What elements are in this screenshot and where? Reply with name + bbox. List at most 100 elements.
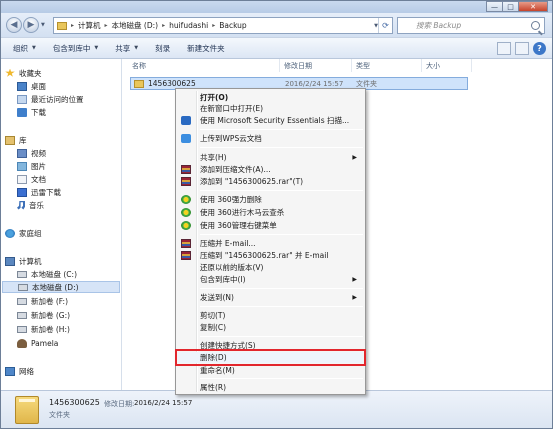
breadcrumb-huifudashi[interactable]: huifudashi bbox=[169, 21, 208, 30]
share-button[interactable]: 共享 ▼ bbox=[115, 43, 138, 54]
burn-label: 刻录 bbox=[155, 43, 171, 53]
breadcrumb-backup[interactable]: Backup bbox=[219, 21, 247, 30]
column-header-date[interactable]: 修改日期 bbox=[280, 59, 352, 72]
menu-item-360-scan[interactable]: 使用 360进行木马云查杀 bbox=[178, 207, 363, 218]
shield-icon bbox=[181, 116, 191, 125]
organize-button[interactable]: 组织 ▼ bbox=[13, 43, 36, 54]
include-in-library-button[interactable]: 包含到库中 ▼ bbox=[53, 43, 98, 54]
column-header-size[interactable]: 大小 bbox=[422, 59, 472, 72]
breadcrumb-separator: ▸ bbox=[162, 22, 166, 29]
sidebar-item-desktop[interactable]: 桌面 bbox=[17, 80, 46, 92]
menu-item-add-rar[interactable]: 添加到 "1456300625.rar"(T) bbox=[178, 176, 363, 187]
picture-icon bbox=[17, 161, 27, 171]
menu-item-open[interactable]: 打开(O) bbox=[178, 92, 363, 103]
forward-button[interactable]: ▶ bbox=[23, 17, 39, 33]
menu-item-include-library[interactable]: 包含到库中(I) ▶ bbox=[178, 274, 363, 285]
menu-item-label: 添加到压缩文件(A)... bbox=[200, 165, 271, 174]
toolbar-right: ? bbox=[493, 42, 546, 55]
menu-item-compress-email[interactable]: 压缩并 E-mail... bbox=[178, 238, 363, 249]
details-date-value: 2016/2/24 15:57 bbox=[134, 399, 193, 407]
sidebar-item-favorites[interactable]: 收藏夹 bbox=[5, 67, 42, 79]
folder-icon bbox=[134, 79, 144, 88]
burn-button[interactable]: 刻录 bbox=[155, 43, 170, 54]
help-icon[interactable]: ? bbox=[533, 42, 546, 55]
sidebar-item-label: 新加卷 (G:) bbox=[31, 310, 71, 320]
recent-pages-dropdown-icon[interactable]: ▼ bbox=[41, 22, 45, 28]
search-icon[interactable] bbox=[531, 21, 540, 30]
menu-item-share[interactable]: 共享(H) ▶ bbox=[178, 152, 363, 163]
sidebar-item-pictures[interactable]: 图片 bbox=[17, 160, 46, 172]
download-icon bbox=[17, 107, 27, 117]
maximize-button[interactable]: □ bbox=[502, 1, 519, 12]
submenu-arrow-icon: ▶ bbox=[352, 276, 357, 283]
sidebar-item-homegroup[interactable]: 家庭组 bbox=[5, 227, 42, 239]
menu-item-360-manage[interactable]: 使用 360管理右键菜单 bbox=[178, 220, 363, 231]
winrar-icon bbox=[181, 251, 191, 260]
chevron-down-icon: ▼ bbox=[32, 45, 36, 51]
breadcrumb-separator: ▸ bbox=[104, 22, 108, 29]
column-header-type[interactable]: 类型 bbox=[352, 59, 422, 72]
sidebar-item-label: 视频 bbox=[31, 148, 46, 158]
new-folder-label: 新建文件夹 bbox=[187, 43, 225, 53]
refresh-button[interactable]: ⟳ bbox=[378, 18, 392, 33]
sidebar-item-drive-f[interactable]: 新加卷 (F:) bbox=[17, 295, 68, 307]
close-button[interactable]: ✕ bbox=[518, 1, 548, 12]
column-header-name[interactable]: 名称 bbox=[128, 59, 280, 72]
sidebar-item-music[interactable]: 音乐 bbox=[17, 199, 44, 211]
menu-separator bbox=[200, 288, 363, 289]
include-in-library-label: 包含到库中 bbox=[52, 43, 91, 53]
menu-item-copy[interactable]: 复制(C) bbox=[178, 322, 363, 333]
computer-icon bbox=[5, 256, 15, 266]
sidebar-item-label: 文档 bbox=[31, 174, 46, 184]
sidebar-item-label: 本地磁盘 (D:) bbox=[32, 282, 79, 292]
menu-item-rename[interactable]: 重命名(M) bbox=[178, 365, 363, 376]
menu-item-label: 使用 360强力删除 bbox=[200, 195, 262, 204]
back-button[interactable]: ◀ bbox=[6, 17, 22, 33]
menu-item-wps-upload[interactable]: 上传到WPS云文档 bbox=[178, 133, 363, 144]
sidebar-item-computer[interactable]: 计算机 bbox=[5, 255, 42, 267]
menu-item-restore-versions[interactable]: 还原以前的版本(V) bbox=[178, 262, 363, 273]
sidebar-item-recent[interactable]: 最近访问的位置 bbox=[17, 93, 84, 105]
menu-item-label: 压缩到 "1456300625.rar" 并 E-mail bbox=[200, 251, 329, 260]
menu-item-label: 添加到 "1456300625.rar"(T) bbox=[200, 177, 304, 186]
sidebar-item-drive-d[interactable]: 本地磁盘 (D:) bbox=[2, 281, 120, 293]
sidebar-item-videos[interactable]: 视频 bbox=[17, 147, 46, 159]
menu-item-360-delete[interactable]: 使用 360强力删除 bbox=[178, 194, 363, 205]
sidebar-item-network[interactable]: 网络 bbox=[5, 365, 34, 377]
sidebar-item-thunder[interactable]: 迅雷下载 bbox=[17, 186, 61, 198]
sidebar-item-documents[interactable]: 文档 bbox=[17, 173, 46, 185]
preview-pane-icon[interactable] bbox=[515, 42, 529, 55]
menu-item-compress-rar-email[interactable]: 压缩到 "1456300625.rar" 并 E-mail bbox=[178, 250, 363, 261]
menu-item-label: 发送到(N) bbox=[200, 293, 234, 302]
menu-item-open-new-window[interactable]: 在新窗口中打开(E) bbox=[178, 103, 363, 114]
sidebar-item-libraries[interactable]: 库 bbox=[5, 134, 27, 146]
menu-item-mse-scan[interactable]: 使用 Microsoft Security Essentials 扫描... bbox=[178, 115, 363, 126]
sidebar-item-pamela[interactable]: Pamela bbox=[17, 337, 58, 349]
title-bar[interactable]: — □ ✕ bbox=[1, 1, 552, 13]
menu-item-delete[interactable]: 删除(D) bbox=[175, 349, 366, 366]
sidebar-item-drive-g[interactable]: 新加卷 (G:) bbox=[17, 309, 70, 321]
sidebar-item-drive-c[interactable]: 本地磁盘 (C:) bbox=[17, 268, 77, 280]
share-label: 共享 bbox=[115, 43, 131, 53]
minimize-button[interactable]: — bbox=[486, 1, 503, 12]
new-folder-button[interactable]: 新建文件夹 bbox=[187, 43, 225, 54]
sidebar-item-label: 最近访问的位置 bbox=[31, 94, 84, 104]
view-options-icon[interactable] bbox=[497, 42, 511, 55]
sidebar-item-drive-h[interactable]: 新加卷 (H:) bbox=[17, 323, 70, 335]
360-icon bbox=[181, 221, 191, 230]
menu-item-send-to[interactable]: 发送到(N) ▶ bbox=[178, 292, 363, 303]
submenu-arrow-icon: ▶ bbox=[352, 294, 357, 301]
menu-item-add-archive[interactable]: 添加到压缩文件(A)... bbox=[178, 164, 363, 175]
menu-item-properties[interactable]: 属性(R) bbox=[178, 382, 363, 393]
breadcrumb-drive-d[interactable]: 本地磁盘 (D:) bbox=[112, 20, 159, 31]
breadcrumb-computer[interactable]: 计算机 bbox=[78, 20, 101, 31]
search-input[interactable]: 搜索 Backup bbox=[397, 17, 545, 34]
menu-item-create-shortcut[interactable]: 创建快捷方式(S) bbox=[178, 340, 363, 351]
sidebar-item-label: 库 bbox=[19, 135, 27, 145]
menu-item-cut[interactable]: 剪切(T) bbox=[178, 310, 363, 321]
library-icon bbox=[5, 135, 15, 145]
address-bar[interactable]: ▸ 计算机 ▸ 本地磁盘 (D:) ▸ huifudashi ▸ Backup … bbox=[53, 17, 393, 34]
network-icon bbox=[5, 366, 15, 376]
sidebar-item-downloads[interactable]: 下载 bbox=[17, 106, 46, 118]
menu-item-label: 压缩并 E-mail... bbox=[200, 239, 256, 248]
